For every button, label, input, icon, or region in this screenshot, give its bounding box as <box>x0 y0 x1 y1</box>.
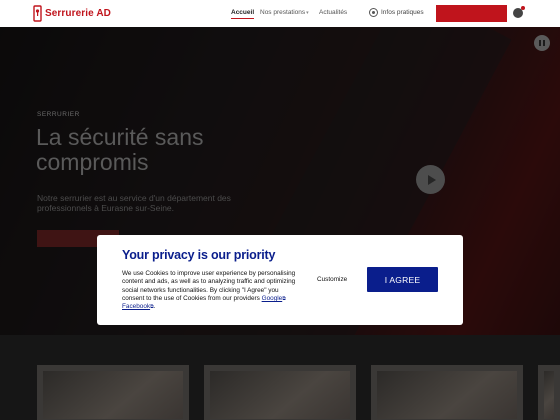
logo-key-icon <box>33 5 43 22</box>
info-icon <box>369 8 378 17</box>
service-card[interactable] <box>538 365 560 420</box>
nav-item-nos-prestations[interactable]: Nos prestations▾ <box>260 9 309 16</box>
agree-button[interactable]: I AGREE <box>367 267 438 292</box>
service-card[interactable] <box>37 365 189 420</box>
logo-text: Serrurerie AD <box>45 8 111 19</box>
body-end: . <box>153 303 156 311</box>
hero-eyebrow: SERRURIER <box>37 111 80 118</box>
infos-pratiques-link[interactable]: Infos pratiques <box>369 8 424 17</box>
contact-button[interactable] <box>436 5 507 22</box>
services-cards <box>0 335 560 420</box>
logo[interactable]: Serrurerie AD <box>33 5 111 22</box>
cookie-consent-dialog: Your privacy is our priority We use Cook… <box>97 235 463 325</box>
chevron-down-icon: ▾ <box>306 10 309 16</box>
external-link-icon: ⧉ <box>282 295 286 302</box>
card-image <box>377 371 517 419</box>
hero-title: La sécurité sans compromis <box>36 124 204 175</box>
nav-item-actualites[interactable]: Actualités <box>319 9 347 16</box>
service-card[interactable] <box>204 365 356 420</box>
service-card[interactable] <box>371 365 523 420</box>
nav-item-accueil[interactable]: Accueil <box>231 9 255 19</box>
play-icon[interactable] <box>416 165 445 194</box>
site-header: Serrurerie AD Accueil Nos prestations▾ A… <box>0 0 560 27</box>
card-image <box>544 371 554 419</box>
card-image <box>43 371 183 419</box>
customize-button[interactable]: Customize <box>317 276 347 283</box>
google-link[interactable]: Google <box>262 295 283 302</box>
nav-item-label: Nos prestations <box>260 9 306 16</box>
card-image <box>210 371 350 419</box>
infos-label: Infos pratiques <box>381 9 424 16</box>
cookie-title: Your privacy is our priority <box>122 248 276 262</box>
hero-text: Notre serrurier est au service d'un dépa… <box>37 193 231 213</box>
pause-icon[interactable] <box>534 35 550 51</box>
cookie-body: We use Cookies to improve user experienc… <box>122 270 302 311</box>
user-icon[interactable] <box>513 6 525 18</box>
facebook-link[interactable]: Facebook <box>122 303 150 310</box>
